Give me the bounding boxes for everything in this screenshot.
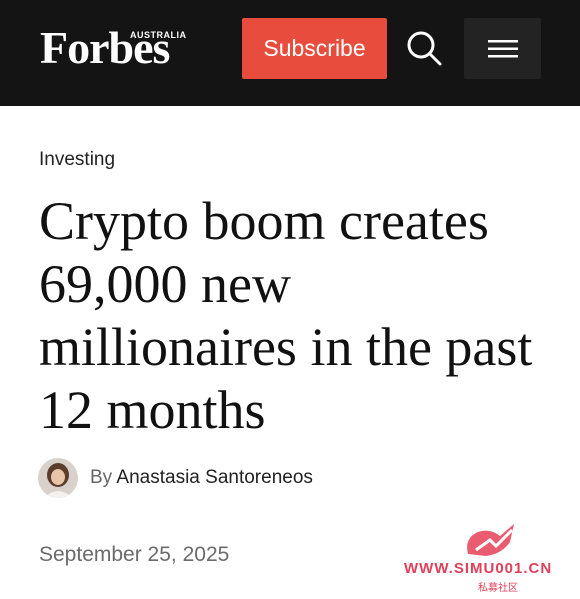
byline-prefix: By <box>90 467 113 488</box>
logo-edition-label: AUSTRALIA <box>130 30 187 40</box>
publish-date: September 25, 2025 <box>39 543 230 566</box>
author-name-link[interactable]: Anastasia Santoreneos <box>116 467 312 488</box>
article-category-link[interactable]: Investing <box>39 149 115 171</box>
subscribe-button[interactable]: Subscribe <box>242 18 387 79</box>
watermark: WWW.SIMU001.CN 私募社区 <box>400 518 576 596</box>
watermark-url: WWW.SIMU001.CN <box>404 560 553 577</box>
hamburger-menu-icon <box>487 39 518 57</box>
menu-button[interactable] <box>464 18 541 79</box>
search-button[interactable] <box>402 26 446 70</box>
article-headline: Crypto boom creates 69,000 new millionai… <box>39 191 533 440</box>
search-icon <box>407 31 442 66</box>
author-photo <box>38 458 78 498</box>
watermark-subtitle: 私募社区 <box>478 583 518 594</box>
author-avatar[interactable] <box>38 458 78 498</box>
top-navigation-bar: Forbes AUSTRALIA Subscribe <box>0 0 580 106</box>
watermark-logo-icon <box>467 524 514 556</box>
article-byline: By Anastasia Santoreneos <box>90 467 313 489</box>
